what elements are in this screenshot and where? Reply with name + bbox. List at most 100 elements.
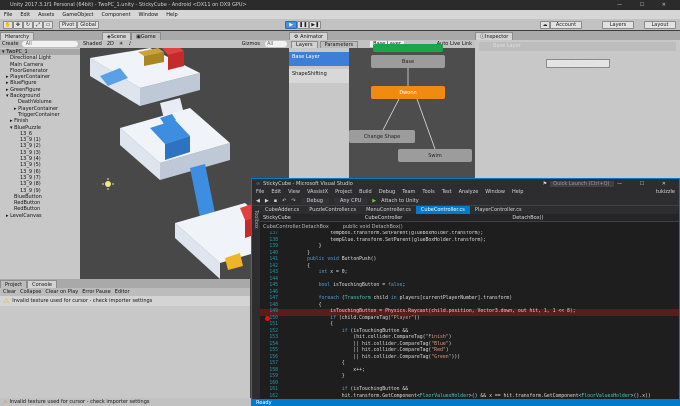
collab-icon[interactable]: ☁ (540, 20, 550, 29)
menu-help[interactable]: Help (166, 12, 177, 18)
hierarchy-panel: Hierarchy Create All ▾ TwoPC_1 Direction… (0, 31, 80, 279)
forward-icon[interactable]: ▶ (265, 198, 269, 204)
toolbox-sidebar: Toolbox (252, 206, 260, 406)
pivot-button[interactable]: Pivot (59, 20, 78, 29)
line-code: x++; (284, 367, 365, 373)
tab-cubeadder[interactable]: CubeAdder.cs (260, 206, 304, 214)
config-dropdown[interactable]: Debug (300, 197, 329, 204)
project-dropdown[interactable]: StickyCube (263, 215, 291, 221)
vs-window-controls[interactable]: — ☐ ✕ (617, 181, 679, 187)
account-dropdown[interactable]: Account (550, 20, 582, 29)
breadcrumb-mid[interactable]: public void DetachBox() (343, 224, 403, 230)
layout-dropdown[interactable]: Layout (644, 20, 676, 29)
undo-icon[interactable]: ↶ (282, 198, 286, 204)
scene-search-input[interactable]: All (265, 41, 287, 47)
vs-menu-item[interactable]: Test (442, 189, 452, 195)
create-dropdown[interactable]: Create (2, 41, 19, 47)
quick-launch-input[interactable]: Quick Launch (Ctrl+Q) (550, 180, 615, 187)
vs-menu-item[interactable]: View (288, 189, 300, 195)
class-dropdown[interactable]: CubeController (365, 215, 403, 221)
play-button[interactable]: ▶ (285, 20, 298, 29)
menu-file[interactable]: File (4, 12, 12, 18)
redo-icon[interactable]: ↷ (291, 198, 295, 204)
step-button[interactable]: ▶❚ (309, 20, 322, 29)
hand-tool-icon[interactable]: ✋ (3, 20, 13, 29)
global-button[interactable]: Global (77, 20, 100, 29)
inspector-layer-name: Base Layer (479, 42, 676, 51)
rect-tool-icon[interactable]: ▭ (43, 20, 53, 29)
vs-menu-item[interactable]: Debug (379, 189, 395, 195)
add-behaviour-button[interactable]: Add Behaviour (545, 59, 610, 68)
tab-puzzlecontroller[interactable]: PuzzleController.cs (304, 206, 361, 214)
tab-cubecontroller[interactable]: CubeController.cs (415, 206, 470, 214)
tab-playercontroller[interactable]: PlayerController.cs (470, 206, 527, 214)
tab-hierarchy[interactable]: Hierarchy (0, 32, 35, 40)
line-code: { (284, 361, 345, 366)
vs-user-name[interactable]: tukizzle (656, 189, 679, 195)
tab-scene[interactable]: ◈ Scene (102, 32, 132, 40)
2d-toggle[interactable]: 2D (107, 41, 114, 47)
light-icon[interactable]: ☀ (119, 41, 123, 47)
tab-console[interactable]: Console (27, 280, 57, 288)
vs-menu-item[interactable]: Help (512, 189, 523, 195)
method-dropdown[interactable]: DetachBox() (512, 215, 543, 221)
vs-title: StickyCube - Microsoft Visual Studio (263, 180, 353, 187)
rotate-tool-icon[interactable]: ↻ (23, 20, 33, 29)
menu-edit[interactable]: Edit (20, 12, 30, 18)
scale-tool-icon[interactable]: ⤢ (33, 20, 43, 29)
menu-component[interactable]: Component (102, 12, 131, 18)
line-code: public void ButtonPush() (307, 257, 377, 262)
vs-menu-item[interactable]: Edit (271, 189, 281, 195)
tab-game[interactable]: ▣ Game (131, 32, 161, 40)
move-tool-icon[interactable]: ✥ (13, 20, 23, 29)
breakpoint-icon[interactable] (265, 316, 270, 321)
menu-assets[interactable]: Assets (38, 12, 54, 18)
line-code: if (isTouchingButton && (341, 328, 409, 334)
vs-menu-item[interactable]: File (256, 189, 264, 195)
vs-menu-item[interactable]: Window (485, 189, 505, 195)
notification-icon[interactable]: ⚑ (543, 181, 547, 187)
clear-button[interactable]: Clear (3, 289, 16, 295)
vs-menu-item[interactable]: Build (359, 189, 372, 195)
menu-gameobject[interactable]: GameObject (62, 12, 93, 18)
visual-studio-window: ∞ StickyCube - Microsoft Visual Studio ⚑… (251, 178, 680, 406)
vs-menu-item[interactable]: Project (335, 189, 352, 195)
attach-to-unity-button[interactable]: Attach to Unity (381, 198, 419, 204)
code-editor[interactable]: 137 tempBox.transform.SetParent(glueBoxH… (260, 231, 679, 399)
breadcrumb-left[interactable]: CubeController.DetachBox (263, 224, 329, 230)
tab-menucontroller[interactable]: MenuController.cs (361, 206, 416, 214)
gizmos-dropdown[interactable]: Gizmos (242, 41, 260, 47)
unity-menu-bar: File Edit Assets GameObject Component Wi… (0, 10, 680, 19)
tab-project[interactable]: Project (0, 280, 28, 288)
platform-dropdown[interactable]: Any CPU (333, 197, 368, 204)
back-icon[interactable]: ◀ (256, 198, 260, 204)
clear-on-play-button[interactable]: Clear on Play (45, 289, 78, 295)
save-icon[interactable]: ▪ (274, 198, 277, 204)
window-controls[interactable]: — ☐ ✕ (617, 2, 680, 8)
pause-button[interactable]: ❚❚ (297, 20, 310, 29)
hierarchy-item[interactable]: ▸ LevelCanvas (0, 213, 80, 219)
animator-panel: ⚙ Animator Layers Parameters Base Layer … (289, 31, 475, 181)
status-warning-icon: ⚠ (3, 399, 8, 405)
vs-menu-item[interactable]: Analyze (459, 189, 479, 195)
tab-inspector[interactable]: ⓘ Inspector (475, 32, 514, 40)
layers-dropdown[interactable]: Layers (602, 20, 634, 29)
editor-dropdown[interactable]: Editor (115, 289, 130, 295)
vs-menu-item[interactable]: Team (402, 189, 415, 195)
unity-toolbar: ✋ ✥ ↻ ⤢ ▭ Pivot Global ▶ ❚❚ ▶❚ ☁ Account… (0, 19, 680, 30)
menu-window[interactable]: Window (139, 12, 159, 18)
hierarchy-tabstrip: Hierarchy (0, 31, 80, 40)
collapse-button[interactable]: Collapse (20, 289, 41, 295)
vs-menu-item[interactable]: VAssistX (307, 189, 328, 195)
audio-icon[interactable]: ♪ (128, 41, 131, 47)
vs-menu-item[interactable]: Tools (422, 189, 434, 195)
line-code: } (284, 250, 310, 256)
line-code: { (284, 263, 310, 269)
attach-play-icon[interactable]: ▶ (372, 198, 376, 204)
line-code: foreach (Transform child in players[curr… (318, 296, 513, 301)
toolbox-tab[interactable]: Toolbox (253, 210, 259, 229)
error-pause-button[interactable]: Error Pause (82, 289, 110, 295)
console-entry[interactable]: ⚠ Invalid texture used for cursor - chec… (0, 296, 250, 306)
shading-dropdown[interactable]: Shaded (83, 41, 102, 47)
hierarchy-search-input[interactable]: All (21, 41, 78, 47)
